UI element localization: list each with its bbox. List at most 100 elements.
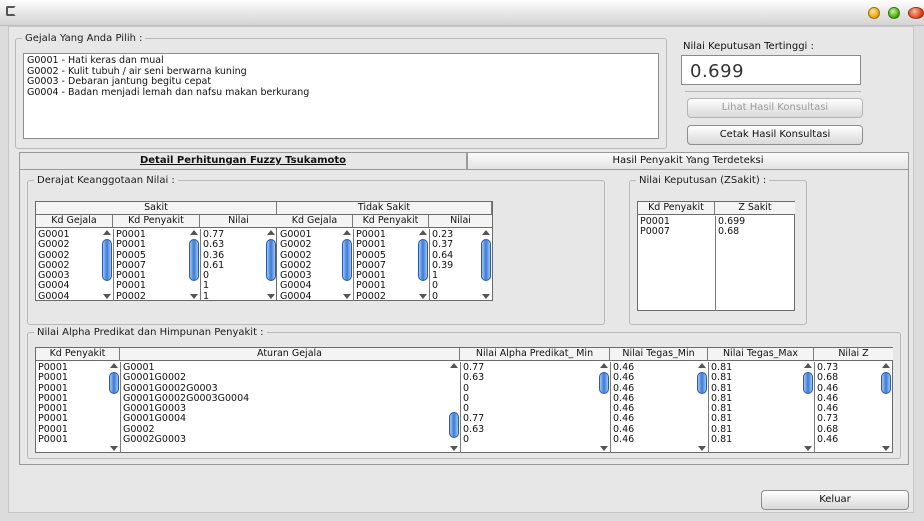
scroll-thumb[interactable] xyxy=(418,239,428,281)
scroll-up-icon[interactable] xyxy=(450,363,458,368)
column-header[interactable]: Nilai xyxy=(429,215,492,228)
column-header[interactable]: Nilai Tegas_Max xyxy=(708,348,814,361)
col-tegas-max: 0.81 0.81 0.81 0.81 0.81 0.81 0.81 0.81 xyxy=(709,363,801,445)
scrollbar[interactable] xyxy=(102,229,112,300)
scroll-thumb[interactable] xyxy=(697,372,707,394)
gejala-list[interactable]: G0001 - Hati keras dan mual G0002 - Kuli… xyxy=(23,53,659,139)
sakit-table[interactable]: Sakit Kd Gejala Kd Penyakit Nilai G0001 G… xyxy=(35,201,277,302)
scroll-thumb[interactable] xyxy=(189,239,199,281)
cell: 0 xyxy=(432,280,439,292)
col-aturan-gejala: G0001 G0001G0002 G0001G0002G0003 G0001G0002… xyxy=(121,363,447,445)
tab-detail-perhitungan[interactable]: Detail Perhitungan Fuzzy Tsukamoto xyxy=(19,152,467,169)
scroll-down-icon[interactable] xyxy=(804,446,812,451)
gejala-item: G0003 - Debaran jantung begitu cepat xyxy=(27,76,212,87)
scroll-thumb[interactable] xyxy=(881,372,891,394)
col-z-sakit: 0.699 0.68 xyxy=(716,217,794,238)
scroll-down-icon[interactable] xyxy=(450,446,458,451)
cell: 1 xyxy=(432,270,439,282)
tidak-sakit-title: Tidak Sakit xyxy=(277,202,492,215)
scroll-up-icon[interactable] xyxy=(804,363,812,368)
scroll-down-icon[interactable] xyxy=(110,446,118,451)
column-header[interactable]: Nilai xyxy=(200,215,277,228)
scrollbar[interactable] xyxy=(881,362,891,452)
scroll-thumb[interactable] xyxy=(266,239,276,281)
scroll-down-icon[interactable] xyxy=(267,294,275,299)
cell: 0.63 xyxy=(463,372,485,384)
cell: 0.68 xyxy=(718,226,740,238)
app-icon xyxy=(6,6,16,16)
tidak-sakit-table[interactable]: Tidak Sakit Kd Gejala Kd Penyakit Nilai … xyxy=(277,201,493,302)
gejala-item: G0001 - Hati keras dan mual xyxy=(27,55,164,66)
scroll-up-icon[interactable] xyxy=(343,230,351,235)
scroll-up-icon[interactable] xyxy=(698,363,706,368)
scroll-down-icon[interactable] xyxy=(482,294,490,299)
keputusan-label: Nilai Keputusan Tertinggi : xyxy=(683,41,814,52)
column-header[interactable]: Aturan Gejala xyxy=(120,348,460,361)
scroll-down-icon[interactable] xyxy=(600,446,608,451)
column-header[interactable]: Kd Penyakit xyxy=(638,202,715,215)
scroll-up-icon[interactable] xyxy=(882,363,890,368)
cell: 0.46 xyxy=(613,434,635,446)
close-icon[interactable] xyxy=(908,7,924,19)
cell: 0.39 xyxy=(432,259,454,271)
scroll-down-icon[interactable] xyxy=(190,294,198,299)
column-header[interactable]: Kd Penyakit xyxy=(353,215,429,228)
scroll-down-icon[interactable] xyxy=(419,294,427,299)
minimize-icon[interactable] xyxy=(868,7,880,19)
scroll-thumb[interactable] xyxy=(102,239,112,281)
col-tegas-min: 0.46 0.46 0.46 0.46 0.46 0.46 0.46 0.46 xyxy=(611,363,695,445)
scrollbar[interactable] xyxy=(266,229,276,300)
column-header[interactable]: Kd Penyakit xyxy=(113,215,200,228)
scrollbar[interactable] xyxy=(697,362,707,452)
scroll-up-icon[interactable] xyxy=(419,230,427,235)
cell: 0.61 xyxy=(203,259,225,271)
scroll-up-icon[interactable] xyxy=(600,363,608,368)
cell: 0.46 xyxy=(817,434,839,446)
scroll-down-icon[interactable] xyxy=(698,446,706,451)
sakit-title: Sakit xyxy=(36,202,277,215)
gejala-legend: Gejala Yang Anda Pilih : xyxy=(25,33,143,44)
col-kd-penyakit: P0001 P0001 P0005 P0007 P0001 P0001 P0002 xyxy=(114,230,188,302)
scroll-thumb[interactable] xyxy=(803,372,813,394)
column-header[interactable]: Z Sakit xyxy=(715,202,795,215)
scroll-thumb[interactable] xyxy=(481,239,491,281)
scrollbar[interactable] xyxy=(418,229,428,300)
scrollbar[interactable] xyxy=(803,362,813,452)
cell: 1 xyxy=(203,280,210,292)
scrollbar[interactable] xyxy=(481,229,491,300)
main-window: Gejala Yang Anda Pilih : G0001 - Hati ke… xyxy=(8,26,914,513)
column-header[interactable]: Kd Gejala xyxy=(277,215,353,228)
cetak-hasil-button[interactable]: Cetak Hasil Konsultasi xyxy=(687,125,863,145)
scroll-up-icon[interactable] xyxy=(103,230,111,235)
tab-hasil-penyakit[interactable]: Hasil Penyakit Yang Terdeteksi xyxy=(467,152,909,169)
scroll-thumb[interactable] xyxy=(342,239,352,281)
scrollbar[interactable] xyxy=(599,362,609,452)
scroll-up-icon[interactable] xyxy=(110,363,118,368)
maximize-icon[interactable] xyxy=(888,7,900,19)
scrollbar[interactable] xyxy=(109,362,119,452)
column-header[interactable]: Nilai Tegas_Min xyxy=(610,348,708,361)
scroll-thumb[interactable] xyxy=(599,372,609,394)
scroll-up-icon[interactable] xyxy=(482,230,490,235)
alpha-table[interactable]: Kd Penyakit Aturan Gejala Nilai Alpha Pr… xyxy=(35,347,893,453)
scroll-thumb[interactable] xyxy=(109,372,119,394)
scroll-up-icon[interactable] xyxy=(267,230,275,235)
zsakit-table[interactable]: Kd Penyakit Z Sakit P0001 P0007 0.699 0.68 xyxy=(637,201,795,311)
scroll-down-icon[interactable] xyxy=(343,294,351,299)
scroll-down-icon[interactable] xyxy=(103,294,111,299)
lihat-hasil-button[interactable]: Lihat Hasil Konsultasi xyxy=(687,98,863,118)
scroll-up-icon[interactable] xyxy=(190,230,198,235)
scrollbar[interactable] xyxy=(189,229,199,300)
scrollbar[interactable] xyxy=(342,229,352,300)
column-header[interactable]: Nilai Z xyxy=(814,348,893,361)
scroll-thumb[interactable] xyxy=(449,412,459,438)
column-header[interactable]: Nilai Alpha Predikat_ Min xyxy=(460,348,610,361)
keluar-button[interactable]: Keluar xyxy=(761,490,909,510)
scrollbar[interactable] xyxy=(449,362,459,452)
column-header[interactable]: Kd Gejala xyxy=(36,215,113,228)
cell: 0.63 xyxy=(463,423,485,435)
scroll-down-icon[interactable] xyxy=(882,446,890,451)
column-header[interactable]: Kd Penyakit xyxy=(36,348,120,361)
col-kd-penyakit: P0001 P0001 P0005 P0007 P0001 P0001 P0002 xyxy=(354,230,418,302)
cell: P0002 xyxy=(116,290,146,302)
